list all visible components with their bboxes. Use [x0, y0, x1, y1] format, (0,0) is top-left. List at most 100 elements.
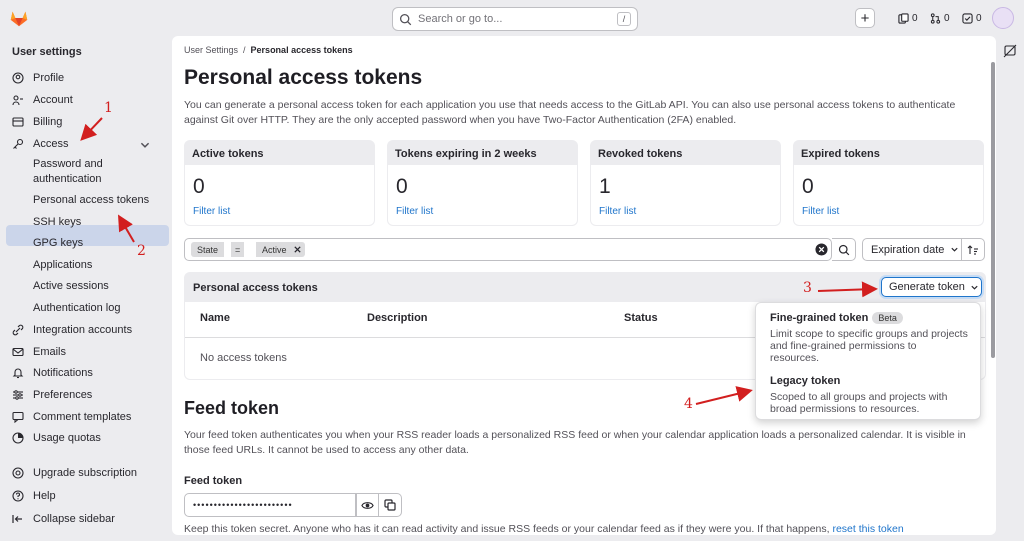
search-icon	[399, 13, 412, 25]
clear-filter-icon[interactable]	[815, 243, 828, 256]
sidebar-item-help[interactable]: Help	[12, 487, 170, 505]
feed-token-description: Your feed token authenticates you when y…	[184, 429, 966, 456]
top-bar: Search or go to... / + 0 0 0	[0, 0, 1024, 36]
column-header-status[interactable]: Status	[624, 312, 658, 324]
create-new-button[interactable]: +	[855, 8, 875, 28]
column-header-name[interactable]: Name	[200, 312, 230, 324]
profile-icon	[12, 72, 24, 84]
column-header-description[interactable]: Description	[367, 312, 428, 324]
stat-value: 0	[802, 175, 814, 198]
filter-list-link[interactable]: Filter list	[802, 206, 839, 217]
sidebar-title: User settings	[12, 46, 82, 58]
gitlab-logo-icon[interactable]	[8, 7, 30, 29]
sidebar-item-usage-quotas[interactable]: Usage quotas	[12, 429, 170, 447]
search-input[interactable]: Search or go to... /	[392, 7, 638, 31]
filter-search-bar[interactable]: State = Active	[184, 238, 832, 261]
tokens-card-title: Personal access tokens	[193, 282, 318, 294]
stat-value: 0	[193, 175, 205, 198]
collapse-icon	[12, 515, 22, 523]
sidebar-item-account[interactable]: Account	[12, 91, 170, 109]
comment-icon	[12, 411, 24, 423]
mail-icon	[12, 347, 24, 357]
empty-state-text: No access tokens	[200, 352, 287, 364]
reset-token-link[interactable]: reset this token	[832, 523, 903, 535]
feed-token-field[interactable]: ••••••••••••••••••••••••	[184, 493, 356, 517]
scrollbar-thumb[interactable]	[991, 62, 995, 358]
feed-token-heading: Feed token	[184, 398, 280, 418]
stat-card-expiring: Tokens expiring in 2 weeks 0 Filter list	[387, 140, 578, 226]
eye-icon	[361, 501, 374, 509]
todos-button[interactable]: 0	[962, 9, 982, 27]
sort-dropdown[interactable]: Expiration date	[862, 238, 962, 261]
search-shortcut: /	[617, 12, 631, 26]
generate-token-dropdown: Fine-grained token Beta Limit scope to sp…	[755, 302, 981, 420]
filter-list-link[interactable]: Filter list	[396, 206, 433, 217]
quota-icon	[12, 432, 24, 444]
billing-icon	[12, 117, 24, 127]
dropdown-item-legacy[interactable]: Legacy token Scoped to all groups and pr…	[756, 375, 982, 415]
filter-list-link[interactable]: Filter list	[599, 206, 636, 217]
sidebar-item-preferences[interactable]: Preferences	[12, 386, 170, 404]
dropdown-item-fine-grained[interactable]: Fine-grained token Beta Limit scope to sp…	[756, 312, 982, 364]
user-avatar[interactable]	[992, 7, 1014, 29]
issues-button[interactable]: 0	[898, 9, 918, 27]
sidebar-item-comment-templates[interactable]: Comment templates	[12, 408, 170, 426]
filter-token-value[interactable]: Active	[256, 242, 305, 257]
annotation-label-3: 3	[803, 280, 812, 296]
feed-token-label: Feed token	[184, 475, 243, 487]
sidebar-item-billing[interactable]: Billing	[12, 113, 170, 131]
feed-token-note: Keep this token secret. Anyone who has i…	[184, 523, 904, 535]
sidebar-item-emails[interactable]: Emails	[12, 343, 170, 361]
copy-icon	[384, 499, 396, 511]
todo-icon	[962, 12, 973, 24]
annotation-label-1: 1	[104, 100, 113, 116]
annotation-label-4: 4	[684, 396, 693, 412]
sidebar-item-profile[interactable]: Profile	[12, 69, 170, 87]
breadcrumb-separator: /	[243, 45, 246, 55]
notification-off-icon[interactable]	[1003, 44, 1017, 58]
sort-ascending-icon	[967, 244, 978, 255]
sidebar-item-upgrade-subscription[interactable]: Upgrade subscription	[12, 464, 170, 482]
merge-requests-button[interactable]: 0	[930, 9, 950, 27]
sidebar-subitem-password[interactable]: Password and authentication	[33, 157, 133, 187]
sidebar-subitem-applications[interactable]: Applications	[33, 258, 92, 273]
sidebar-subitem-personal-access-tokens[interactable]: Personal access tokens	[33, 193, 149, 208]
sidebar-subitem-authentication-log[interactable]: Authentication log	[33, 301, 120, 316]
page-title: Personal access tokens	[184, 66, 423, 89]
sidebar-item-collapse-sidebar[interactable]: Collapse sidebar	[12, 510, 170, 528]
sidebar-subitem-gpg-keys[interactable]: GPG keys	[33, 236, 83, 251]
reveal-token-button[interactable]	[356, 493, 379, 517]
sidebar-item-notifications[interactable]: Notifications	[12, 364, 170, 382]
annotation-label-2: 2	[137, 243, 146, 259]
sidebar-subitem-ssh-keys[interactable]: SSH keys	[33, 215, 81, 230]
generate-token-button[interactable]: Generate token	[881, 277, 982, 297]
breadcrumb-parent[interactable]: User Settings	[184, 45, 238, 55]
sidebar-subitem-active-sessions[interactable]: Active sessions	[33, 279, 109, 294]
merge-request-icon	[930, 12, 941, 24]
key-icon	[13, 138, 24, 149]
bell-icon	[12, 368, 24, 379]
page-description: You can generate a personal access token…	[184, 99, 956, 126]
sort-direction-button[interactable]	[961, 238, 985, 261]
stat-card-revoked: Revoked tokens 1 Filter list	[590, 140, 781, 226]
merge-requests-count: 0	[944, 12, 950, 24]
breadcrumb: User Settings / Personal access tokens	[184, 45, 353, 55]
search-placeholder: Search or go to...	[418, 13, 503, 25]
stat-card-active: Active tokens 0 Filter list	[184, 140, 375, 226]
plus-icon: +	[860, 9, 870, 27]
sidebar-item-integration-accounts[interactable]: Integration accounts	[12, 321, 170, 339]
stat-value: 1	[599, 175, 611, 198]
close-icon[interactable]	[293, 245, 302, 254]
breadcrumb-current: Personal access tokens	[250, 45, 353, 55]
filter-token-key: State	[191, 242, 225, 257]
filter-token-operator: =	[231, 242, 245, 257]
beta-badge: Beta	[872, 312, 903, 324]
copy-token-button[interactable]	[379, 493, 402, 517]
chevron-down-icon	[951, 247, 959, 252]
filter-submit-button[interactable]	[832, 238, 856, 261]
preferences-icon	[13, 390, 23, 400]
sidebar-item-access[interactable]: Access	[12, 135, 170, 153]
stat-value: 0	[396, 175, 408, 198]
filter-list-link[interactable]: Filter list	[193, 206, 230, 217]
main-panel: User Settings / Personal access tokens Per…	[172, 36, 996, 535]
